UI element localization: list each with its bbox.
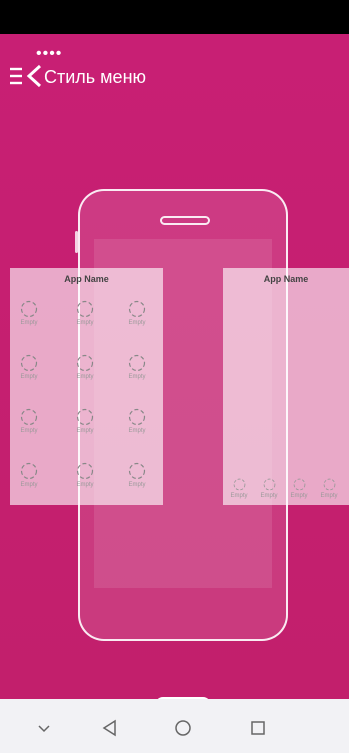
chevron-down-icon[interactable] [34, 718, 54, 738]
empty-cell: Empty [14, 354, 44, 380]
empty-circle-icon [128, 300, 146, 318]
empty-circle-icon [20, 462, 38, 480]
app-name-label: App Name [64, 274, 109, 284]
empty-cell: Empty [122, 300, 152, 326]
empty-circle-icon [128, 408, 146, 426]
empty-circle-icon [263, 478, 275, 491]
empty-circle-icon [323, 478, 335, 491]
empty-cell: Empty [70, 300, 100, 326]
empty-circle-icon [20, 408, 38, 426]
recents-square-icon[interactable] [248, 718, 268, 738]
empty-cell: Empty [14, 408, 44, 434]
menu-back-icon[interactable] [9, 64, 43, 88]
empty-circle-icon [76, 408, 94, 426]
empty-circle-icon [76, 300, 94, 318]
empty-circle-icon [20, 354, 38, 372]
empty-circle-icon [233, 478, 245, 491]
empty-circle-icon [293, 478, 305, 491]
menu-style-option-bottom-bar[interactable]: App Name Empty Empty Empty Empty [223, 268, 349, 505]
empty-circle-icon [76, 354, 94, 372]
empty-cell: Empty [122, 408, 152, 434]
page-title: Стиль меню [44, 67, 147, 87]
empty-circle-icon [128, 354, 146, 372]
empty-cell: Empty [285, 478, 313, 499]
empty-circle-icon [76, 462, 94, 480]
empty-cell: Empty [225, 478, 253, 499]
empty-circle-icon [20, 300, 38, 318]
phone-side-button [75, 231, 78, 253]
app-dots-indicator: •••• [36, 45, 63, 62]
app-name-label: App Name [263, 274, 309, 284]
phone-speaker [160, 216, 210, 225]
empty-cell: Empty [14, 462, 44, 488]
menu-style-option-grid[interactable]: App Name Empty Empty Empty Empty Empty E… [10, 268, 163, 505]
system-nav-bar [0, 699, 349, 753]
empty-cell: Empty [255, 478, 283, 499]
empty-cell: Empty [70, 462, 100, 488]
empty-cell: Empty [315, 478, 343, 499]
back-triangle-icon[interactable] [100, 718, 120, 738]
empty-cell: Empty [70, 354, 100, 380]
empty-cell: Empty [14, 300, 44, 326]
empty-cell: Empty [122, 462, 152, 488]
status-bar [0, 0, 349, 34]
empty-cell: Empty [122, 354, 152, 380]
menu-style-screen: •••• Стиль меню App Name Empty Empty Emp… [0, 34, 349, 713]
empty-circle-icon [128, 462, 146, 480]
empty-cell: Empty [70, 408, 100, 434]
home-circle-icon[interactable] [173, 718, 193, 738]
